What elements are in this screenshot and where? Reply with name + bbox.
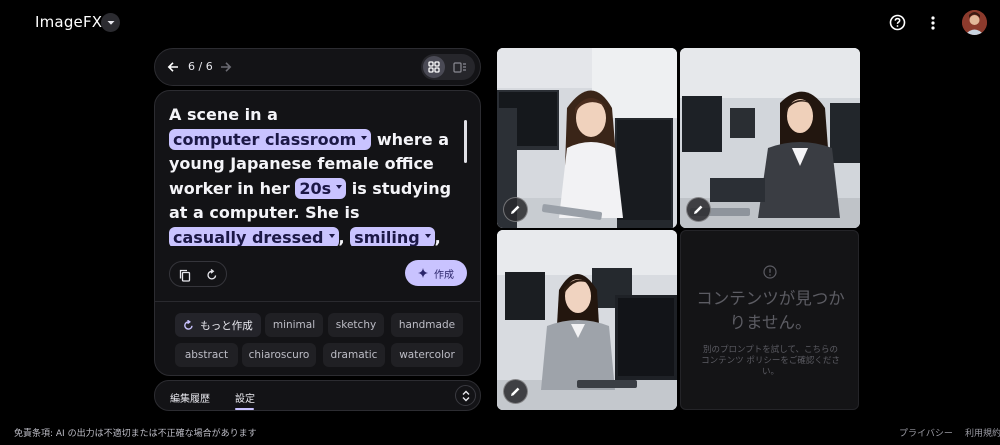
chip-dropdown-icon [328,234,335,238]
suggestion-chip-dramatic[interactable]: dramatic [323,343,385,367]
view-mode-toggle [421,54,475,80]
tab-settings[interactable]: 設定 [235,390,255,405]
chip-dropdown-icon [361,136,368,140]
pencil-icon [694,205,703,214]
single-view-icon[interactable] [449,56,471,78]
generated-image-1[interactable] [497,48,677,228]
suggestion-chip-sketchy[interactable]: sketchy [328,313,384,337]
prompt-text-segment: A scene in a [169,105,278,124]
empty-state-title: コンテンツが見つかりません。 [696,289,845,332]
app-title: ImageFX [35,13,103,31]
prompt-chip[interactable]: casually dressed [169,226,339,246]
prompt-text-segment: , [338,227,351,247]
refresh-icon [184,319,193,330]
ai-disclaimer: 免責条項: AI の出力は不適切または不正確な場合があります [14,429,257,439]
expand-collapse-icon[interactable] [455,385,476,406]
pencil-icon [511,205,520,214]
chip-dropdown-icon [424,234,431,238]
active-tab-indicator [235,408,254,410]
image-counter: 6 / 6 [188,60,213,73]
pencil-icon [511,387,520,396]
prompt-card: A scene in a computer classroom where a … [154,90,481,376]
app-switcher-chevron-icon[interactable] [101,13,120,32]
grid-view-icon[interactable] [423,56,445,78]
suggestion-chip-watercolor[interactable]: watercolor [391,343,463,367]
prompt-chip[interactable]: computer classroom [169,128,372,150]
prompt-text-editor[interactable]: A scene in a computer classroom where a … [169,103,459,246]
blocked-image-placeholder: コンテンツが見つかりません。 別のプロンプトを試して、こちらのコンテンツ ポリシ… [680,230,859,410]
chip-dropdown-icon [336,185,343,189]
tab-edit-history[interactable]: 編集履歴 [170,390,210,405]
prompt-chip[interactable]: smiling [350,226,435,246]
card-divider [155,301,480,302]
privacy-link[interactable]: プライバシー [899,426,953,439]
info-icon [763,265,777,279]
forward-arrow-icon[interactable] [216,57,236,77]
create-button-label: 作成 [434,269,454,281]
terms-link[interactable]: 利用規約 [965,426,1000,439]
more-create-label: もっと作成 [200,319,253,332]
generated-image-2[interactable] [680,48,860,228]
help-icon[interactable] [889,14,906,31]
suggestion-chip-chiaroscuro[interactable]: chiaroscuro [242,343,316,367]
sparkle-icon [418,268,428,278]
edit-image-3-button[interactable] [503,379,528,404]
edit-image-2-button[interactable] [686,197,711,222]
back-arrow-icon[interactable] [163,57,183,77]
prompt-actions [169,261,227,287]
user-avatar[interactable] [962,10,987,35]
empty-state-message: 別のプロンプトを試して、こちらのコンテンツ ポリシーをご確認ください。 [701,345,840,377]
prompt-scrollbar[interactable] [464,120,467,163]
prompt-chip[interactable]: 20s [295,177,347,199]
image-navigation-bar: 6 / 6 [154,48,481,86]
edit-image-1-button[interactable] [503,197,528,222]
create-button[interactable]: 作成 [405,260,467,286]
copy-icon[interactable] [176,266,194,284]
more-create-button[interactable]: もっと作成 [175,313,261,337]
reset-icon[interactable] [203,266,221,284]
generated-image-3[interactable] [497,230,677,410]
suggestion-chip-minimal[interactable]: minimal [265,313,323,337]
suggestion-chip-handmade[interactable]: handmade [391,313,463,337]
panel-tabs: 編集履歴 設定 [154,380,481,411]
suggestion-chip-abstract[interactable]: abstract [175,343,238,367]
more-options-icon[interactable] [926,14,940,31]
